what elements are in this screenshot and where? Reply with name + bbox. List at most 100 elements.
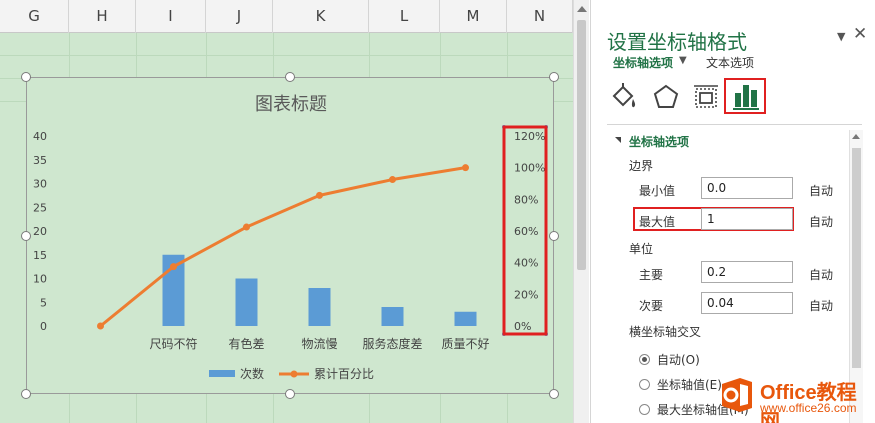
radio-axis-value[interactable]	[639, 379, 650, 390]
grid-line	[0, 55, 573, 56]
minor-auto-button[interactable]: 自动	[809, 297, 833, 314]
category-axis-labels[interactable]: 尺码不符 有色差 物流慢 服务态度差 质量不好	[149, 336, 489, 351]
resize-handle-top-right[interactable]	[549, 72, 559, 82]
fill-line-icon[interactable]	[609, 82, 639, 112]
category-tick-label: 尺码不符	[149, 336, 197, 351]
secondary-axis-tick-label: 120%	[514, 130, 545, 143]
line-point[interactable]	[170, 263, 177, 271]
collapse-triangle-icon[interactable]	[615, 137, 621, 143]
sheet-vertical-scrollbar[interactable]	[573, 0, 589, 423]
size-properties-icon[interactable]	[691, 82, 721, 112]
column-header-g[interactable]: G	[0, 0, 69, 33]
line-point[interactable]	[462, 164, 469, 172]
chevron-down-icon[interactable]: ▼	[679, 55, 687, 66]
primary-axis-tick-label: 10	[33, 273, 47, 286]
bar[interactable]	[308, 288, 331, 326]
axis-options-tab-highlight[interactable]	[724, 78, 766, 114]
legend-bar-swatch	[209, 370, 235, 377]
tab-axis-options[interactable]: 坐标轴选项	[613, 54, 673, 71]
primary-axis-tick-label: 20	[33, 225, 47, 238]
pane-divider	[607, 124, 862, 125]
chart-legend[interactable]: 次数 累计百分比	[209, 366, 374, 381]
scroll-thumb[interactable]	[852, 148, 861, 368]
chart-title[interactable]: 图表标题	[255, 94, 327, 115]
major-unit-input[interactable]: 0.2	[701, 261, 793, 283]
worksheet-area[interactable]: G H I J K L M N 图表标题 0 5 10 15 20 25 30 35 40 0%…	[0, 0, 573, 423]
line-point[interactable]	[389, 176, 396, 184]
max-value-input[interactable]: 1	[701, 208, 793, 230]
column-header-m[interactable]: M	[440, 0, 507, 33]
scroll-up-icon[interactable]	[852, 134, 860, 139]
line-series[interactable]	[97, 164, 469, 330]
scroll-up-icon[interactable]	[577, 6, 587, 12]
min-value-input[interactable]: 0.0	[701, 177, 793, 199]
major-label: 主要	[639, 268, 664, 282]
chart-area[interactable]: 图表标题 0 5 10 15 20 25 30 35 40 0% 20% 40% 60% 80% 100%…	[21, 72, 559, 399]
minor-label: 次要	[639, 299, 664, 313]
primary-axis-labels[interactable]: 0 5 10 15 20 25 30 35 40	[33, 130, 47, 333]
units-label: 单位	[629, 242, 654, 256]
secondary-axis-labels[interactable]: 0% 20% 40% 60% 80% 100% 120%	[502, 125, 548, 336]
column-header-j[interactable]: J	[206, 0, 273, 33]
office-logo-icon	[722, 378, 752, 412]
max-label: 最大值	[639, 215, 676, 229]
min-label: 最小值	[639, 184, 676, 198]
line-point[interactable]	[97, 322, 104, 330]
secondary-axis-tick-label: 60%	[514, 225, 538, 238]
column-header-n[interactable]: N	[507, 0, 573, 33]
max-auto-button[interactable]: 自动	[809, 213, 833, 230]
watermark-brand: Office教程网	[760, 382, 857, 423]
radio-auto[interactable]	[639, 354, 650, 365]
pane-title: 设置坐标轴格式	[607, 30, 747, 54]
combo-chart: 图表标题 0 5 10 15 20 25 30 35 40 0% 20% 40% 60% 80% 100%…	[33, 94, 548, 381]
format-axis-pane: 设置坐标轴格式 ▼ ✕ 坐标轴选项 ▼ 文本选项 坐标轴选项 边界 最小值 0.…	[590, 0, 875, 423]
minor-unit-input[interactable]: 0.04	[701, 292, 793, 314]
line-point[interactable]	[243, 223, 250, 231]
radio-max-axis-value[interactable]	[639, 404, 650, 415]
line-point[interactable]	[316, 191, 323, 199]
pane-options-chevron-icon[interactable]: ▼	[837, 30, 845, 43]
bar-series[interactable]	[162, 254, 477, 327]
section-axis-options[interactable]: 坐标轴选项	[629, 133, 689, 150]
legend-line-marker	[290, 370, 298, 378]
resize-handle-top-left[interactable]	[21, 72, 31, 82]
bar[interactable]	[235, 278, 258, 327]
column-header-h[interactable]: H	[69, 0, 136, 33]
primary-axis-tick-label: 5	[40, 296, 47, 309]
resize-handle-bottom-left[interactable]	[21, 389, 31, 399]
major-auto-button[interactable]: 自动	[809, 266, 833, 283]
scroll-thumb[interactable]	[577, 20, 586, 270]
primary-axis-tick-label: 30	[33, 178, 47, 191]
axis-options-bar-chart-icon[interactable]	[733, 83, 759, 111]
min-auto-button[interactable]: 自动	[809, 182, 833, 199]
resize-handle-top[interactable]	[285, 72, 295, 82]
watermark-url: www.office26.com	[760, 401, 857, 415]
primary-axis-tick-label: 40	[33, 130, 47, 143]
effects-pentagon-icon[interactable]	[651, 82, 681, 112]
radio-auto-label[interactable]: 自动(O)	[657, 351, 700, 368]
watermark: Office教程网 www.office26.com	[712, 368, 875, 423]
secondary-axis-tick-label: 20%	[514, 288, 538, 301]
column-header-k[interactable]: K	[273, 0, 369, 33]
resize-handle-left[interactable]	[21, 231, 31, 241]
bar[interactable]	[454, 311, 477, 326]
bar[interactable]	[381, 307, 404, 326]
category-tick-label: 有色差	[228, 337, 264, 351]
resize-handle-right[interactable]	[549, 231, 559, 241]
legend-label: 累计百分比	[314, 367, 374, 381]
column-headers: G H I J K L M N	[0, 0, 573, 33]
bounds-label: 边界	[629, 159, 654, 173]
category-tick-label: 物流慢	[301, 337, 337, 351]
column-header-l[interactable]: L	[369, 0, 440, 33]
legend-label: 次数	[240, 366, 264, 381]
primary-axis-tick-label: 15	[33, 249, 47, 262]
secondary-axis-tick-label: 40%	[514, 257, 538, 270]
column-header-i[interactable]: I	[136, 0, 206, 33]
resize-handle-bottom[interactable]	[285, 389, 295, 399]
primary-axis-tick-label: 35	[33, 154, 47, 167]
tab-text-options[interactable]: 文本选项	[706, 54, 754, 71]
close-icon[interactable]: ✕	[853, 24, 867, 44]
line-path[interactable]	[99, 166, 466, 328]
resize-handle-bottom-right[interactable]	[549, 389, 559, 399]
secondary-axis-tick-label: 80%	[514, 193, 538, 206]
